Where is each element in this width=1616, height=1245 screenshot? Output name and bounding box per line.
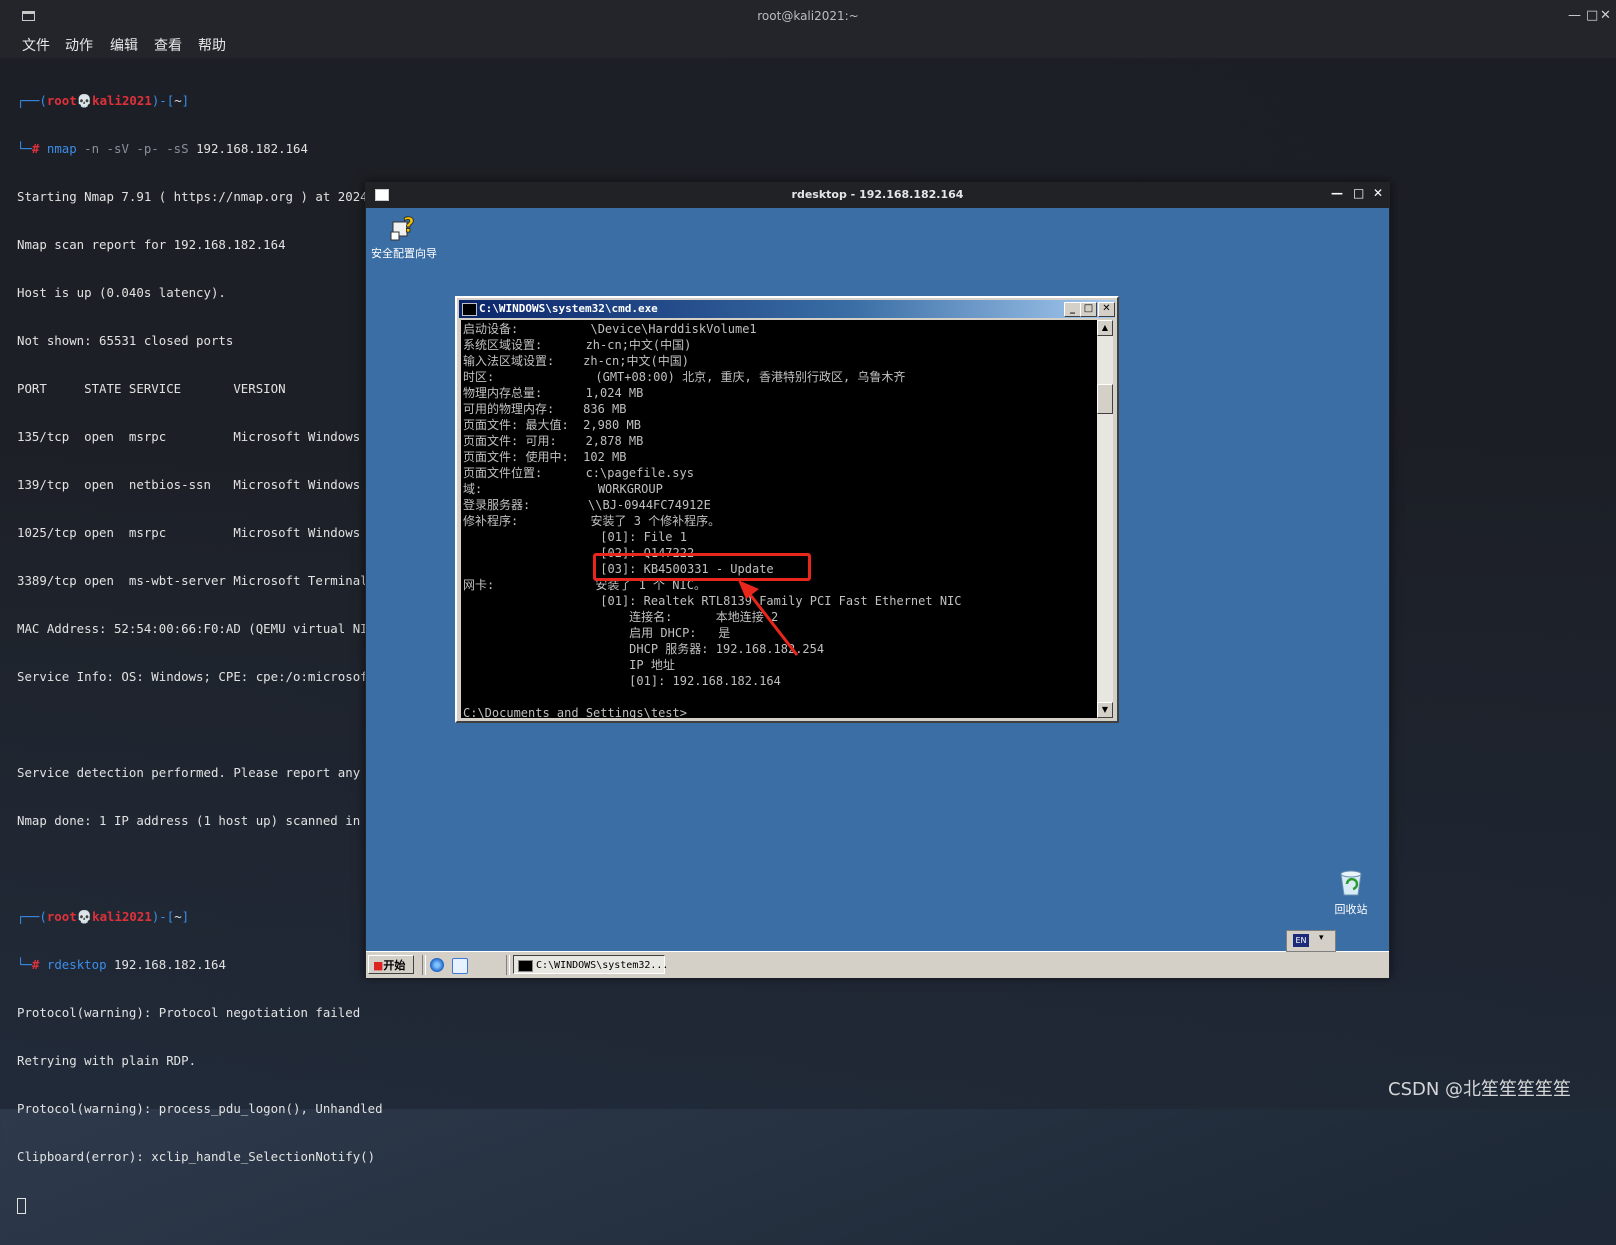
close-icon[interactable]: ✕ [1098, 302, 1115, 317]
rdesktop-title: rdesktop - 192.168.182.164 [791, 188, 964, 201]
taskbar-separator [422, 955, 426, 975]
cmd-scrollbar[interactable]: ▲ ▼ [1097, 320, 1113, 718]
recycle-bin-shortcut[interactable]: 回收站 [1316, 866, 1386, 917]
console-line: [01]: File 1 [463, 530, 687, 544]
security-wizard-shortcut[interactable]: ? 安全配置向导 [366, 212, 442, 261]
console-line: 系统区域设置: zh-cn;中文(中国) [463, 338, 692, 352]
menu-action[interactable]: 动作 [65, 35, 93, 55]
console-line: C:\Documents and Settings\test> [463, 706, 687, 718]
minimize-icon[interactable]: — [1331, 186, 1343, 200]
console-line: [01]: 192.168.182.164 [463, 674, 781, 688]
terminal-cursor-line [17, 1197, 1017, 1214]
menu-file[interactable]: 文件 [22, 35, 50, 55]
recycle-bin-icon [1340, 870, 1362, 896]
cmd-icon [518, 960, 533, 972]
taskbar-separator [506, 955, 510, 975]
minimize-icon[interactable]: — [1568, 8, 1581, 23]
output-line: Clipboard(error): xclip_handle_Selection… [17, 1149, 376, 1164]
menu-view[interactable]: 查看 [154, 35, 182, 55]
console-line: 时区: (GMT+08:00) 北京, 重庆, 香港特别行政区, 乌鲁木齐 [463, 370, 906, 384]
taskbar-cmd-button[interactable]: C:\WINDOWS\system32... [513, 955, 668, 974]
menu-bar: 文件 动作 编辑 查看 帮助 [0, 32, 1616, 58]
desktop-icon[interactable] [452, 958, 468, 974]
console-line: 页面文件: 最大值: 2,980 MB [463, 418, 641, 432]
console-line: 连接名: 本地连接 2 [463, 610, 779, 624]
console-line: 物理内存总量: 1,024 MB [463, 386, 644, 400]
maximize-icon[interactable]: □ [1586, 8, 1598, 23]
watermark: CSDN @北笙笙笙笙笙 [1388, 1079, 1572, 1100]
language-indicator: EN [1293, 934, 1309, 947]
console-line: IP 地址 [463, 658, 675, 672]
scroll-thumb[interactable] [1097, 384, 1113, 414]
prompt-line: ┌──(root💀kali2021)-[~] [17, 93, 190, 108]
minimize-icon[interactable]: _ [1064, 302, 1081, 317]
console-line: DHCP 服务器: 192.168.182.254 [463, 642, 825, 656]
cmd-console[interactable]: 启动设备: \Device\HarddiskVolume1 系统区域设置: zh-… [461, 320, 1097, 718]
wizard-icon: ? [390, 213, 415, 241]
ie-icon[interactable] [430, 958, 444, 972]
console-line: 输入法区域设置: zh-cn;中文(中国) [463, 354, 689, 368]
menu-help[interactable]: 帮助 [198, 35, 226, 55]
console-text: 启动设备: \Device\HarddiskVolume1 系统区域设置: zh-… [463, 321, 962, 718]
close-icon[interactable]: ✕ [1373, 186, 1383, 200]
text-cursor [17, 1197, 26, 1214]
console-line: 可用的物理内存: 836 MB [463, 402, 627, 416]
menu-edit[interactable]: 编辑 [110, 35, 138, 55]
console-line: 登录服务器: \\BJ-0944FC74912E [463, 498, 711, 512]
scroll-up-icon[interactable]: ▲ [1097, 320, 1113, 336]
highlight-box [593, 553, 811, 581]
taskbar: ■开始 C:\WINDOWS\system32... EN ▾ [366, 930, 1389, 978]
start-button[interactable]: ■开始 [368, 955, 414, 974]
cmd-title-bar: C:\WINDOWS\system32\cmd.exe _ □ ✕ [459, 300, 1115, 318]
cmd-title: C:\WINDOWS\system32\cmd.exe [479, 302, 658, 315]
close-icon[interactable]: ✕ [1600, 8, 1611, 23]
icon-label: 回收站 [1334, 903, 1368, 916]
output-line: Protocol(warning): Protocol negotiation … [17, 1005, 361, 1020]
console-line: [01]: Realtek RTL8139 Family PCI Fast Et… [463, 594, 962, 608]
title-bar: root@kali2021:~ — □ ✕ [0, 0, 1616, 32]
maximize-icon[interactable]: □ [1080, 302, 1097, 317]
maximize-icon[interactable]: □ [1353, 186, 1364, 200]
language-bar[interactable]: EN ▾ [1286, 930, 1336, 952]
console-line: 页面文件: 可用: 2,878 MB [463, 434, 644, 448]
cmd-window[interactable]: C:\WINDOWS\system32\cmd.exe _ □ ✕ 启动设备: … [455, 296, 1119, 723]
scroll-down-icon[interactable]: ▼ [1097, 702, 1113, 718]
language-menu-icon[interactable]: ▾ [1319, 933, 1324, 943]
console-line: 页面文件位置: c:\pagefile.sys [463, 466, 694, 480]
output-line: Protocol(warning): process_pdu_logon(), … [17, 1101, 383, 1116]
cmd-icon [462, 303, 477, 316]
output-line: Retrying with plain RDP. [17, 1053, 197, 1068]
console-line: 修补程序: 安装了 3 个修补程序。 [463, 514, 721, 528]
window-title: root@kali2021:~ [757, 9, 859, 23]
icon-label: 安全配置向导 [371, 247, 437, 260]
rdesktop-title-bar: rdesktop - 192.168.182.164 — □ ✕ [365, 182, 1390, 208]
console-line: 页面文件: 使用中: 102 MB [463, 450, 627, 464]
console-line: 域: WORKGROUP [463, 482, 663, 496]
svg-text:?: ? [403, 213, 415, 237]
console-line: 启用 DHCP: 是 [463, 626, 731, 640]
console-line: 启动设备: \Device\HarddiskVolume1 [463, 322, 757, 336]
command-line: └─# nmap -n -sV -p- -sS 192.168.182.164 [17, 141, 308, 156]
